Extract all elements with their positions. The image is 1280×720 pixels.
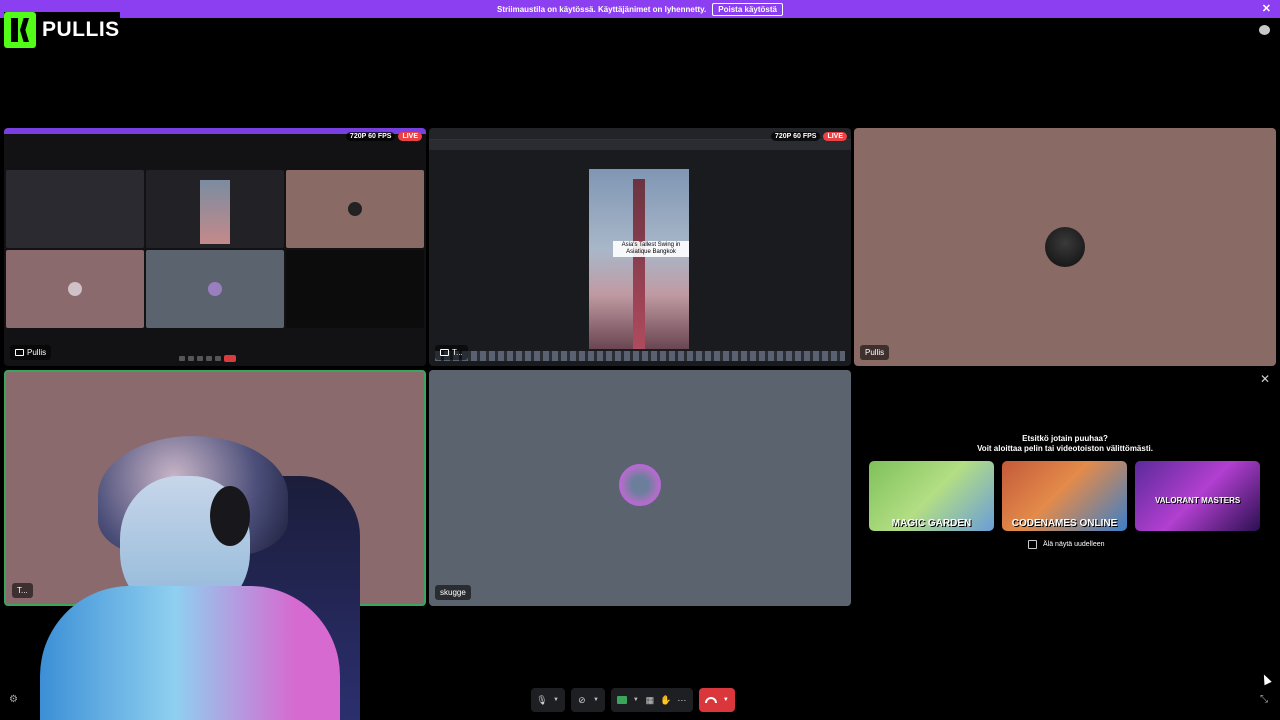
nested-control <box>215 355 221 361</box>
participant-name-tag: Pullis <box>860 345 890 360</box>
participant-tile-screen-share[interactable]: 720P 60 FPS LIVE Pullis <box>4 128 426 366</box>
camera-off-icon[interactable]: ⊘ <box>577 695 587 705</box>
dont-show-label: Älä näytä uudelleen <box>1043 541 1105 548</box>
microphone-icon[interactable]: 🎙 <box>536 695 547 705</box>
participant-tile-screen-share[interactable]: Asia's Tallest Swing in Asiatique Bangko… <box>429 128 851 366</box>
shared-video: Asia's Tallest Swing in Asiatique Bangko… <box>589 169 689 349</box>
nested-tile <box>146 170 284 248</box>
participant-name-tag: T... <box>435 345 468 360</box>
stream-badges: 720P 60 FPS LIVE <box>770 132 847 141</box>
brand-logo: PULLIS <box>4 12 120 48</box>
nested-avatar <box>348 202 362 216</box>
share-control-group: ▼ ▦ ✋ ⋯ <box>610 688 693 712</box>
call-window: Striimaustila on käytössä. Käyttäjänimet… <box>0 0 1280 720</box>
streamer-mode-banner: Striimaustila on käytössä. Käyttäjänimet… <box>0 0 1280 18</box>
participant-name: Pullis <box>27 348 47 357</box>
participant-name: T... <box>452 348 463 357</box>
activity-card-codenames[interactable]: CODENAMES ONLINE <box>1002 461 1127 531</box>
soundboard-icon[interactable]: ✋ <box>660 695 671 705</box>
nested-avatar <box>208 282 222 296</box>
disable-streamer-mode-button[interactable]: Poista käytöstä <box>712 2 783 16</box>
voice-settings-icon[interactable]: ⚙ <box>9 694 18 705</box>
chevron-down-icon[interactable]: ▼ <box>553 697 559 703</box>
chevron-down-icon[interactable]: ▼ <box>633 697 639 703</box>
participant-name: Pullis <box>865 348 885 357</box>
mouse-cursor-icon <box>1260 672 1272 686</box>
headset-icon <box>210 486 250 546</box>
nested-end-call <box>224 354 236 362</box>
activity-suggestion-panel: ✕ Etsitkö jotain puuhaa? Voit aloittaa p… <box>854 370 1276 606</box>
screen-share-icon <box>15 349 24 356</box>
nested-tile <box>146 250 284 328</box>
nested-control <box>197 355 203 361</box>
banner-text: Striimaustila on käytössä. Käyttäjänimet… <box>497 4 707 14</box>
brand-name: PULLIS <box>42 18 120 41</box>
hang-up-icon[interactable] <box>704 697 717 703</box>
live-badge: LIVE <box>398 132 422 141</box>
mic-control-group: 🎙 ▼ <box>531 688 565 712</box>
nested-video-thumbnail <box>200 180 230 244</box>
activity-title: Etsitkö jotain puuhaa? Voit aloittaa pel… <box>854 434 1276 454</box>
browser-address-bar <box>429 140 851 150</box>
tower-image <box>633 179 645 349</box>
nested-control <box>206 355 212 361</box>
participant-tile[interactable]: Pullis <box>854 128 1276 366</box>
close-icon[interactable]: ✕ <box>1260 372 1270 386</box>
nested-avatar <box>68 282 82 296</box>
close-icon[interactable]: ✕ <box>1262 2 1271 15</box>
nested-tile <box>286 250 424 328</box>
nested-tile <box>6 250 144 328</box>
resolution-badge: 720P 60 FPS <box>770 132 821 141</box>
thumbnail-strip <box>435 351 845 361</box>
activity-title-line: Etsitkö jotain puuhaa? <box>1022 434 1108 443</box>
participant-name: T... <box>17 586 28 595</box>
more-options-icon[interactable]: ⋯ <box>677 695 687 705</box>
dont-show-again[interactable]: Älä näytä uudelleen <box>1028 540 1105 549</box>
avatar <box>1045 227 1085 267</box>
nested-controls <box>179 354 259 362</box>
activity-cards: MAGIC GARDEN CODENAMES ONLINE VALORANT M… <box>869 461 1260 531</box>
chevron-down-icon[interactable]: ▼ <box>593 697 599 703</box>
activity-card-label: MAGIC GARDEN <box>891 518 972 529</box>
call-controls: 🎙 ▼ ⊘ ▼ ▼ ▦ ✋ ⋯ ▼ <box>531 688 735 712</box>
live-badge: LIVE <box>823 132 847 141</box>
activities-icon[interactable]: ▦ <box>645 695 655 705</box>
streamer-hoodie <box>40 586 340 720</box>
nested-call-grid <box>6 170 424 328</box>
activity-card-valorant[interactable]: VALORANT MASTERS <box>1135 461 1260 531</box>
nested-control <box>179 355 185 361</box>
participant-tile[interactable]: skugge <box>429 370 851 606</box>
video-caption: Asia's Tallest Swing in Asiatique Bangko… <box>613 241 689 257</box>
activity-card-magic-garden[interactable]: MAGIC GARDEN <box>869 461 994 531</box>
resolution-badge: 720P 60 FPS <box>345 132 396 141</box>
activity-card-label: CODENAMES ONLINE <box>1011 518 1118 529</box>
participant-name-tag: Pullis <box>10 345 52 360</box>
nested-tile <box>6 170 144 248</box>
camera-control-group: ⊘ ▼ <box>570 688 605 712</box>
avatar <box>619 464 661 506</box>
nested-tile <box>286 170 424 248</box>
participant-name-tag: T... <box>12 583 33 598</box>
stream-badges: 720P 60 FPS LIVE <box>345 132 422 141</box>
end-call-button[interactable]: ▼ <box>698 688 735 712</box>
participant-name-tag: skugge <box>435 585 471 600</box>
screen-share-icon <box>440 349 449 356</box>
chat-bubble-icon[interactable] <box>1259 25 1270 35</box>
activity-subtitle: Voit aloittaa pelin tai videotoiston väl… <box>977 444 1153 453</box>
kick-logo-icon <box>4 12 36 48</box>
dont-show-checkbox[interactable] <box>1028 540 1037 549</box>
exit-fullscreen-icon[interactable]: ⤡ <box>1260 694 1268 705</box>
nested-control <box>188 355 194 361</box>
streamer-webcam-overlay <box>40 436 360 720</box>
screen-share-icon[interactable] <box>616 696 627 704</box>
chevron-down-icon[interactable]: ▼ <box>723 697 729 703</box>
participant-name: skugge <box>440 588 466 597</box>
activity-card-label: VALORANT MASTERS <box>1155 496 1241 505</box>
